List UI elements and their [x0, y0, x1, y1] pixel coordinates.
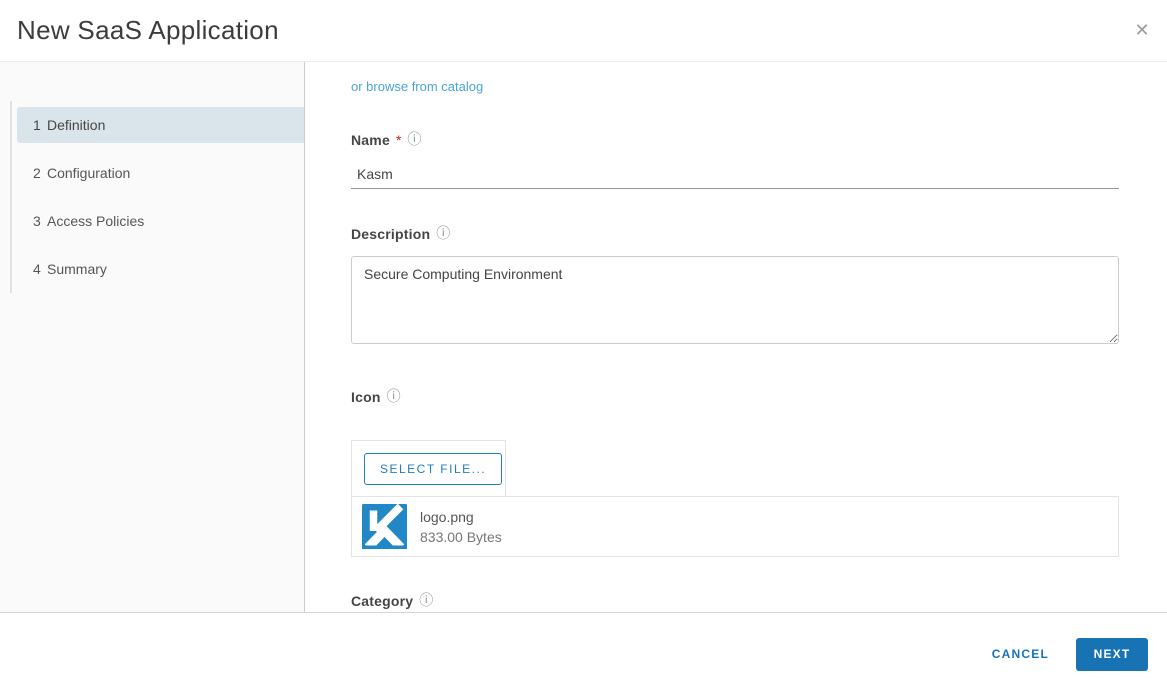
info-icon[interactable]: ⓘ	[436, 227, 450, 241]
info-icon[interactable]: ⓘ	[387, 390, 401, 404]
step-summary[interactable]: 4 Summary	[12, 245, 304, 293]
step-number: 4	[33, 261, 41, 277]
dialog-footer: CANCEL NEXT	[0, 613, 1167, 695]
name-input[interactable]	[351, 161, 1119, 189]
step-access-policies[interactable]: 3 Access Policies	[12, 197, 304, 245]
description-label: Description	[351, 226, 431, 242]
step-access-policies-button[interactable]: 3 Access Policies	[17, 203, 304, 239]
uploaded-file-row: logo.png 833.00 Bytes	[351, 496, 1119, 557]
file-size: 833.00 Bytes	[420, 528, 502, 545]
name-field-group: Name * ⓘ	[351, 132, 1119, 189]
step-label: Configuration	[47, 165, 131, 181]
name-label: Name	[351, 132, 390, 148]
file-meta: logo.png 833.00 Bytes	[420, 509, 502, 545]
select-file-button[interactable]: SELECT FILE...	[364, 452, 503, 485]
definition-form: or browse from catalog Name * ⓘ Descript…	[305, 62, 1167, 612]
info-icon[interactable]: ⓘ	[419, 594, 433, 608]
close-icon[interactable]: ✕	[1129, 18, 1155, 44]
step-definition[interactable]: 1 Definition	[12, 101, 304, 149]
file-name: logo.png	[420, 508, 474, 525]
step-definition-button[interactable]: 1 Definition	[17, 107, 304, 143]
step-number: 2	[33, 165, 41, 181]
required-marker: *	[395, 132, 402, 148]
icon-upload-box: SELECT FILE...	[351, 440, 506, 497]
browse-from-catalog-link[interactable]: or browse from catalog	[351, 79, 483, 94]
wizard-stepnav: 1 Definition 2 Configuration 3 Access Po…	[0, 62, 305, 612]
dialog-header: New SaaS Application ✕	[0, 0, 1167, 62]
wizard-step-list: 1 Definition 2 Configuration 3 Access Po…	[10, 101, 304, 293]
cancel-button[interactable]: CANCEL	[986, 639, 1055, 669]
name-label-row: Name * ⓘ	[351, 132, 1119, 148]
page-title: New SaaS Application	[17, 15, 279, 45]
next-button[interactable]: NEXT	[1076, 637, 1148, 671]
step-number: 1	[33, 117, 41, 133]
dialog-body: 1 Definition 2 Configuration 3 Access Po…	[0, 62, 1167, 613]
description-textarea[interactable]: Secure Computing Environment	[351, 256, 1119, 344]
kasm-logo-icon	[362, 504, 407, 549]
step-summary-button[interactable]: 4 Summary	[17, 251, 304, 287]
step-label: Summary	[47, 261, 107, 277]
icon-label-row: Icon ⓘ	[351, 389, 1119, 405]
step-configuration[interactable]: 2 Configuration	[12, 149, 304, 197]
description-label-row: Description ⓘ	[351, 226, 1119, 242]
step-label: Access Policies	[47, 213, 145, 229]
step-number: 3	[33, 213, 41, 229]
new-saas-application-dialog: New SaaS Application ✕ 1 Definition 2 Co…	[0, 0, 1167, 695]
step-label: Definition	[47, 117, 106, 133]
description-field-group: Description ⓘ Secure Computing Environme…	[351, 226, 1119, 344]
step-configuration-button[interactable]: 2 Configuration	[17, 155, 304, 191]
category-label: Category	[351, 593, 414, 609]
category-field-group: Category ⓘ	[351, 593, 1119, 609]
info-icon[interactable]: ⓘ	[407, 133, 421, 147]
category-label-row: Category ⓘ	[351, 593, 1119, 609]
icon-label: Icon	[351, 389, 381, 405]
icon-field-group: Icon ⓘ SELECT FILE... logo.png 833.00 By…	[351, 389, 1119, 557]
